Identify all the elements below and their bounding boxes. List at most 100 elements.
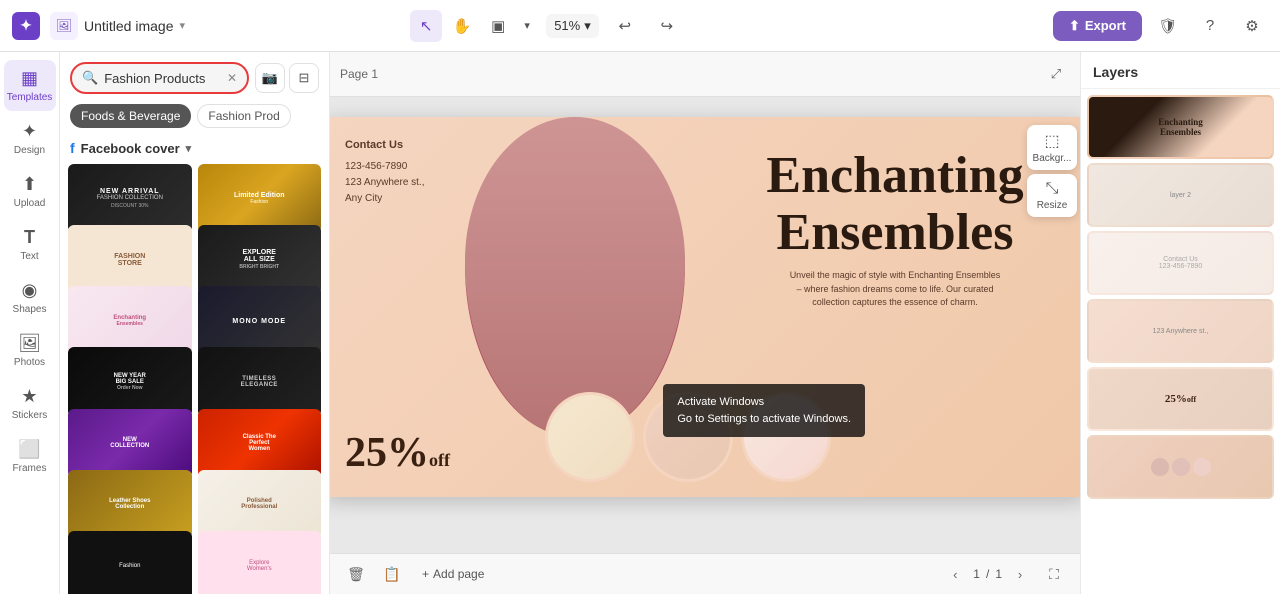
templates-icon: ▦ (21, 68, 38, 89)
template-thumb-8[interactable]: TIMELESSELEGANCE (198, 347, 322, 416)
sidebar-item-text[interactable]: T Text (4, 219, 56, 270)
topbar-tools: ↖ ✋ ▣ ▾ (410, 10, 536, 42)
category-header[interactable]: f Facebook cover ▾ (60, 136, 329, 164)
photos-icon: 🖼 (18, 333, 41, 354)
sidebar-item-upload[interactable]: ⬆ Upload (4, 166, 56, 217)
canvas-bottom-bar: 🗑 📋 + Add page ‹ 1 / 1 › ⛶ (330, 553, 1080, 594)
undo-button[interactable]: ↩ (609, 10, 641, 42)
filter-tabs: Foods & Beverage Fashion Prod (60, 100, 329, 136)
page-next-button[interactable]: › (1008, 562, 1032, 586)
template-thumb-3[interactable]: FASHIONSTORE (68, 225, 192, 294)
settings-button[interactable]: ⚙ (1236, 10, 1268, 42)
sidebar-item-text-label: Text (20, 251, 38, 262)
page-prev-button[interactable]: ‹ (943, 562, 967, 586)
frame-tool-caret-button[interactable]: ▾ (518, 10, 536, 42)
canvas-area: Page 1 ⤢ Contact Us 123-456-7890 123 Any… (330, 52, 1080, 594)
main-title-line1: Enchanting (725, 147, 1065, 204)
document-title-caret[interactable]: ▾ (180, 19, 186, 32)
document-title-area: 🖼 Untitled image ▾ (50, 12, 400, 40)
layers-panel: Layers EnchantingEnsembles layer 2 Conta… (1080, 52, 1280, 594)
document-title[interactable]: Untitled image (84, 18, 174, 34)
design-icon: ✦ (22, 121, 37, 142)
sidebar-item-shapes[interactable]: ◉ Shapes (4, 272, 56, 323)
select-tool-button[interactable]: ↖ (410, 10, 442, 42)
resize-tool[interactable]: ⤡ Resize (1027, 174, 1077, 217)
search-icon: 🔍 (82, 70, 98, 86)
layer-thumb-4[interactable]: 123 Anywhere st., (1087, 299, 1274, 363)
sidebar-item-stickers-label: Stickers (12, 410, 48, 421)
redo-button[interactable]: ↪ (651, 10, 683, 42)
frame-tool-button[interactable]: ▣ (482, 10, 514, 42)
search-input[interactable] (104, 71, 221, 86)
layer-thumb-5[interactable]: 25%off (1087, 367, 1274, 431)
add-page-icon: + (422, 567, 429, 581)
template-thumb-6[interactable]: MONO MODE (198, 286, 322, 355)
background-tool[interactable]: ⬚ Backgr... (1027, 125, 1077, 170)
filter-button[interactable]: ⊟ (289, 63, 319, 93)
stickers-icon: ★ (21, 386, 37, 407)
duplicate-button[interactable]: 📋 (378, 560, 406, 588)
templates-panel: 🔍 ✕ 📷 ⊟ Foods & Beverage Fashion Prod f … (60, 52, 330, 594)
template-thumb-10[interactable]: Classic ThePerfectWomen (198, 409, 322, 478)
main-area: ▦ Templates ✦ Design ⬆ Upload T Text ◉ S… (0, 52, 1280, 594)
canvas-circles (545, 392, 831, 482)
search-box[interactable]: 🔍 ✕ (70, 62, 249, 94)
design-canvas[interactable]: Contact Us 123-456-7890 123 Anywhere st.… (330, 117, 1080, 497)
sidebar-item-design-label: Design (14, 145, 45, 156)
template-thumb-1[interactable]: NEW ARRIVAL FASHION COLLECTION DISCOUNT … (68, 164, 192, 233)
upload-icon: ⬆ (22, 174, 37, 195)
template-thumb-7[interactable]: NEW YEARBIG SALEOrder Now (68, 347, 192, 416)
template-thumb-4[interactable]: EXPLOREALL SIZEBRIGHT BRIGHT (198, 225, 322, 294)
layer-thumb-2[interactable]: layer 2 (1087, 163, 1274, 227)
canvas-circle-3 (741, 392, 831, 482)
help-button[interactable]: ? (1194, 10, 1226, 42)
layer-thumb-1[interactable]: EnchantingEnsembles (1087, 95, 1274, 159)
category-caret: ▾ (186, 142, 192, 155)
template-thumb-14[interactable]: ExploreWomen's (198, 531, 322, 594)
sidebar-item-templates[interactable]: ▦ Templates (4, 60, 56, 111)
template-thumb-2[interactable]: Limited Edition Fashion (198, 164, 322, 233)
zoom-value: 51% (554, 18, 580, 33)
expand-canvas-button[interactable]: ⤢ (1042, 60, 1070, 88)
document-icon: 🖼 (50, 12, 78, 40)
topbar: ✦ 🖼 Untitled image ▾ ↖ ✋ ▣ ▾ 51% ▾ ↩ ↪ ⬆… (0, 0, 1280, 52)
canvas-context-tools: ⬚ Backgr... ⤡ Resize (1027, 125, 1077, 217)
search-extra-buttons: 📷 ⊟ (255, 63, 319, 93)
facebook-icon: f (70, 140, 75, 156)
sidebar-item-frames[interactable]: ⬜ Frames (4, 431, 56, 482)
canvas-scroll[interactable]: Contact Us 123-456-7890 123 Anywhere st.… (330, 97, 1080, 553)
main-title-line2: Ensembles (725, 204, 1065, 261)
layers-panel-header: Layers (1081, 52, 1280, 89)
search-clear-icon[interactable]: ✕ (227, 71, 237, 85)
page-separator: / (986, 567, 989, 581)
background-tool-label: Backgr... (1033, 153, 1072, 164)
hand-tool-button[interactable]: ✋ (446, 10, 478, 42)
filter-tab-fashion[interactable]: Fashion Prod (197, 104, 290, 128)
template-thumb-5[interactable]: EnchantingEnsembles (68, 286, 192, 355)
sidebar-item-design[interactable]: ✦ Design (4, 113, 56, 164)
template-thumb-12[interactable]: PolishedProfessional (198, 470, 322, 539)
templates-grid: NEW ARRIVAL FASHION COLLECTION DISCOUNT … (60, 164, 329, 594)
fullscreen-button[interactable]: ⛶ (1040, 560, 1068, 588)
zoom-control[interactable]: 51% ▾ (546, 14, 599, 38)
sidebar-item-photos[interactable]: 🖼 Photos (4, 325, 56, 376)
layer-thumb-3[interactable]: Contact Us123-456-7890 (1087, 231, 1274, 295)
delete-button[interactable]: 🗑 (342, 560, 370, 588)
template-thumb-9[interactable]: NEWCOLLECTION (68, 409, 192, 478)
discount-value: 25% (345, 430, 429, 476)
layer-thumb-6[interactable] (1087, 435, 1274, 499)
page-navigation: ‹ 1 / 1 › (943, 562, 1032, 586)
add-page-button[interactable]: + Add page (414, 563, 492, 585)
filter-tab-foods[interactable]: Foods & Beverage (70, 104, 191, 128)
sidebar-item-upload-label: Upload (14, 198, 46, 209)
sidebar-item-shapes-label: Shapes (13, 304, 47, 315)
template-thumb-11[interactable]: Leather ShoesCollection (68, 470, 192, 539)
template-thumb-13[interactable]: Fashion (68, 531, 192, 594)
sidebar-item-stickers[interactable]: ★ Stickers (4, 378, 56, 429)
export-icon: ⬆ (1069, 18, 1080, 34)
shield-button[interactable]: 🛡 (1152, 10, 1184, 42)
export-button[interactable]: ⬆ Export (1053, 11, 1142, 41)
templates-search-area: 🔍 ✕ 📷 ⊟ (60, 52, 329, 100)
add-page-label: Add page (433, 567, 484, 581)
image-search-button[interactable]: 📷 (255, 63, 285, 93)
